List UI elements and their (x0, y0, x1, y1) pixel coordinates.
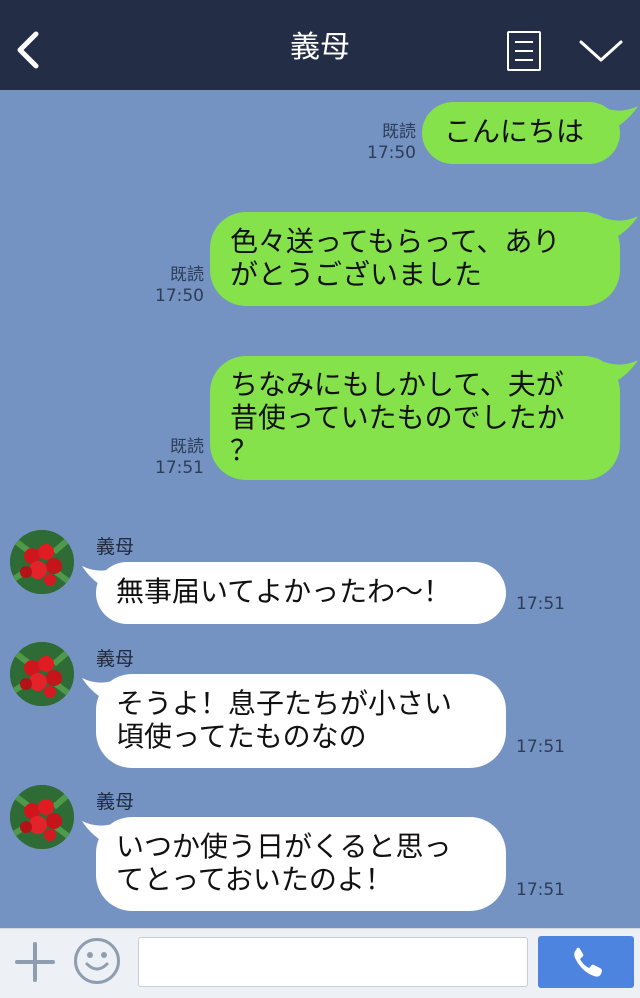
message-bubble-received[interactable]: そうよ！息子たちが小さい 頃使ってたものなの (96, 674, 506, 768)
message-time: 17:50 (367, 143, 416, 163)
menu-toggle-button[interactable] (578, 36, 624, 66)
message-text: いつか使う日がくると思っ (116, 830, 452, 863)
avatar[interactable] (10, 530, 74, 594)
message-text: がとうございました (230, 258, 483, 291)
read-label: 既読 (170, 265, 204, 285)
plus-icon (15, 942, 55, 982)
message-list[interactable]: 既読 17:50 こんにちは 既読 17:50 色々送ってもらって、あり がとう… (0, 90, 640, 928)
sender-name: 義母 (96, 791, 135, 813)
add-attachment-button[interactable] (14, 941, 56, 983)
call-button[interactable] (538, 936, 634, 988)
message-text: こんにちは (444, 115, 585, 148)
message-bubble-sent[interactable]: ちなみにもしかして、夫が 昔使っていたものでしたか ？ (210, 356, 620, 480)
chevron-down-icon (579, 40, 623, 62)
message-text: ？ (230, 434, 259, 467)
message-text: そうよ！息子たちが小さい (116, 687, 453, 720)
message-time: 17:51 (516, 737, 565, 757)
message-text: 昔使っていたものでしたか (230, 401, 565, 434)
read-receipt: 既読 17:50 (356, 122, 416, 164)
message-text: 頃使ってたものなの (116, 720, 367, 753)
chat-header: 義母 (0, 0, 640, 90)
read-receipt: 既読 17:50 (144, 265, 204, 307)
read-receipt: 既読 17:51 (144, 437, 204, 479)
message-text: ちなみにもしかして、夫が (230, 368, 564, 401)
notes-button[interactable] (507, 31, 541, 71)
message-bubble-sent[interactable]: 色々送ってもらって、あり がとうございました (210, 212, 620, 306)
sender-name: 義母 (96, 648, 135, 670)
read-label: 既読 (170, 437, 204, 457)
message-text: 無事届いてよかったわ〜！ (116, 575, 452, 608)
message-bubble-received[interactable]: いつか使う日がくると思っ てとっておいたのよ！ (96, 817, 506, 911)
smiley-icon (85, 952, 109, 971)
sender-name: 義母 (96, 536, 135, 558)
message-input[interactable] (138, 937, 528, 987)
avatar[interactable] (10, 642, 74, 706)
message-time: 17:51 (516, 880, 565, 900)
message-time: 17:50 (155, 286, 204, 306)
message-time: 17:51 (155, 458, 204, 478)
message-text: てとっておいたのよ！ (116, 863, 393, 896)
red-berries-avatar (10, 642, 74, 706)
phone-icon (574, 947, 602, 977)
message-text: 色々送ってもらって、あり (230, 225, 561, 258)
message-time: 17:51 (516, 594, 565, 614)
message-bubble-received[interactable]: 無事届いてよかったわ〜！ (96, 562, 506, 624)
input-bar (0, 928, 640, 998)
red-berries-avatar (10, 785, 74, 849)
emoji-button[interactable] (74, 938, 120, 984)
chat-title: 義母 (290, 30, 350, 65)
read-label: 既読 (382, 122, 416, 142)
avatar[interactable] (10, 785, 74, 849)
message-bubble-sent[interactable]: こんにちは (422, 102, 620, 164)
red-berries-avatar (10, 530, 74, 594)
